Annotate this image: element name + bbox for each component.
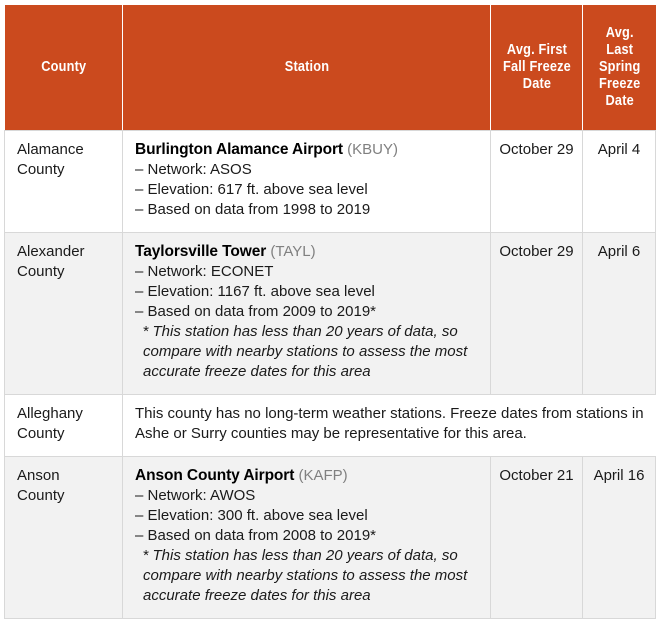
cell-station: Taylorsville Tower (TAYL) – Network: ECON… bbox=[122, 231, 491, 395]
county-name: Alexander County bbox=[17, 242, 85, 280]
cell-avg-last-spring-freeze-date: April 4 bbox=[582, 129, 656, 233]
cell-station: Burlington Alamance Airport (KBUY) – Netw… bbox=[122, 129, 491, 233]
cell-avg-first-fall-freeze-date: October 29 bbox=[490, 231, 583, 395]
station-detail: – Network: AWOS bbox=[135, 486, 256, 504]
table-row: Anson County Anson County Airport (KAFP) –… bbox=[4, 455, 656, 619]
station-detail: – Network: ECONET bbox=[135, 262, 274, 280]
freeze-dates-page: County Station Avg. First Fall Freeze Da… bbox=[0, 0, 663, 619]
cell-avg-last-spring-freeze-date: April 6 bbox=[582, 231, 656, 395]
station-title-line: Anson County Airport (KAFP) bbox=[135, 466, 482, 486]
cell-station: Anson County Airport (KAFP) – Network: AW… bbox=[122, 455, 491, 619]
county-name: Alamance County bbox=[17, 140, 84, 178]
column-header-avg-first-fall-freeze-date: Avg. First Fall Freeze Date bbox=[496, 5, 577, 130]
station-code: (KBUY) bbox=[347, 140, 399, 158]
station-code: (TAYL) bbox=[270, 242, 316, 260]
station-code: (KAFP) bbox=[298, 466, 348, 484]
column-header-station-label: Station bbox=[284, 58, 329, 75]
cell-avg-last-spring-freeze-date: April 16 bbox=[582, 455, 656, 619]
cell-county: Alleghany County bbox=[4, 393, 123, 457]
station-name: Burlington Alamance Airport bbox=[135, 140, 343, 158]
table-row: Alexander County Taylorsville Tower (TAYL… bbox=[4, 231, 656, 395]
no-station-note: This county has no long-term weather sta… bbox=[135, 404, 644, 442]
station-detail: – Based on data from 1998 to 2019 bbox=[135, 200, 371, 218]
cell-county: Alamance County bbox=[4, 129, 123, 233]
column-header-spring-label: Avg. Last Spring Freeze Date bbox=[598, 24, 640, 109]
column-header-avg-last-spring-freeze-date: Avg. Last Spring Freeze Date bbox=[586, 5, 652, 130]
column-header-station: Station bbox=[144, 5, 469, 130]
county-name: Anson County bbox=[17, 466, 65, 504]
station-detail: – Based on data from 2008 to 2019* bbox=[135, 526, 377, 544]
station-title-line: Burlington Alamance Airport (KBUY) bbox=[135, 140, 482, 160]
column-header-county-label: County bbox=[40, 58, 86, 75]
cell-avg-first-fall-freeze-date: October 29 bbox=[490, 129, 583, 233]
station-detail: – Elevation: 300 ft. above sea level bbox=[135, 506, 368, 524]
cell-avg-first-fall-freeze-date: October 21 bbox=[490, 455, 583, 619]
county-name: Alleghany County bbox=[17, 404, 83, 442]
cell-county: Alexander County bbox=[4, 231, 123, 395]
station-detail: – Based on data from 2009 to 2019* bbox=[135, 302, 377, 320]
station-footnote: * This station has less than 20 years of… bbox=[142, 546, 468, 604]
station-detail: – Network: ASOS bbox=[135, 160, 252, 178]
station-name: Taylorsville Tower bbox=[135, 242, 267, 260]
table-row: Alamance County Burlington Alamance Airpo… bbox=[4, 129, 656, 233]
station-detail: – Elevation: 1167 ft. above sea level bbox=[135, 282, 375, 300]
cell-station-note: This county has no long-term weather sta… bbox=[122, 393, 656, 457]
station-detail: – Elevation: 617 ft. above sea level bbox=[135, 180, 368, 198]
table-header: County Station Avg. First Fall Freeze Da… bbox=[4, 5, 656, 130]
table-body: Alamance County Burlington Alamance Airpo… bbox=[4, 129, 656, 619]
column-header-fall-label: Avg. First Fall Freeze Date bbox=[502, 41, 571, 92]
station-footnote: * This station has less than 20 years of… bbox=[142, 322, 468, 380]
header-row: County Station Avg. First Fall Freeze Da… bbox=[4, 5, 656, 130]
station-name: Anson County Airport bbox=[135, 466, 295, 484]
column-header-county: County bbox=[12, 5, 116, 130]
cell-county: Anson County bbox=[4, 455, 123, 619]
table-row: Alleghany County This county has no long-… bbox=[4, 393, 656, 457]
station-title-line: Taylorsville Tower (TAYL) bbox=[135, 242, 482, 262]
freeze-dates-table: County Station Avg. First Fall Freeze Da… bbox=[4, 5, 656, 619]
